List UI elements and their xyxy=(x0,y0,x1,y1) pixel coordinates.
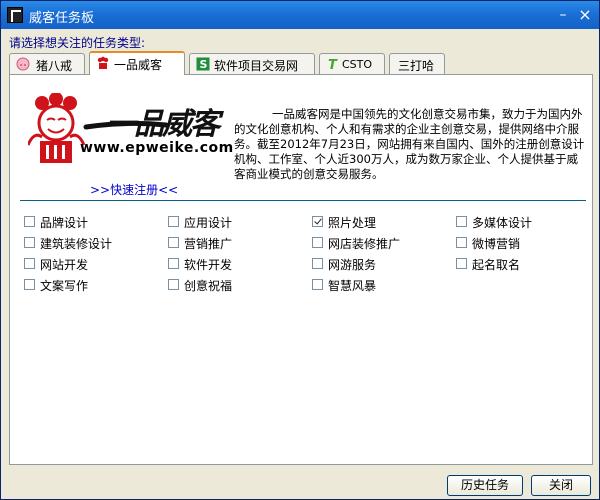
option-label: 网站开发 xyxy=(40,258,89,272)
tab-panel: 一品威客 www.epweike.com 一品威客网是中国领先的文化创意交易市集… xyxy=(9,74,593,465)
option-label: 创意祝福 xyxy=(184,279,233,293)
site-description: 一品威客网是中国领先的文化创意交易市集，致力于为国内外的文化创意机构、个人和有需… xyxy=(234,107,585,181)
option-label: 照片处理 xyxy=(328,216,377,230)
checkbox[interactable] xyxy=(24,216,35,227)
tab-label: 三打哈 xyxy=(398,59,435,73)
option-label: 文案写作 xyxy=(40,279,89,293)
tab-software-project[interactable]: S 软件项目交易网 xyxy=(189,53,315,74)
svg-text:T: T xyxy=(328,58,338,71)
app-icon xyxy=(7,7,23,23)
checkbox[interactable] xyxy=(456,237,467,248)
option-label: 软件开发 xyxy=(184,258,233,272)
option-label: 网店装修推广 xyxy=(328,237,401,251)
option-label: 应用设计 xyxy=(184,216,233,230)
svg-text:S: S xyxy=(200,58,208,71)
window-title: 威客任务板 xyxy=(29,11,95,26)
site-url: www.epweike.com xyxy=(80,140,234,156)
checkbox[interactable] xyxy=(168,216,179,227)
s-leaf-icon: S xyxy=(196,57,210,71)
history-tasks-button[interactable]: 历史任务 xyxy=(447,475,523,496)
tab-zhubajie[interactable]: 猪八戒 xyxy=(9,53,85,74)
close-button[interactable]: 关闭 xyxy=(531,475,591,496)
t-icon: T xyxy=(328,58,338,71)
checkbox[interactable] xyxy=(24,258,35,269)
tab-epweike[interactable]: 一品威客 xyxy=(89,51,185,75)
tab-csto[interactable]: T CSTO xyxy=(319,53,385,74)
checkbox[interactable] xyxy=(168,258,179,269)
title-bar[interactable]: 威客任务板 – × xyxy=(1,1,599,29)
quick-register-link[interactable]: >>快速注册<< xyxy=(90,181,178,198)
checkbox[interactable] xyxy=(168,237,179,248)
option-label: 品牌设计 xyxy=(40,216,89,230)
checkbox[interactable] xyxy=(312,258,323,269)
divider xyxy=(20,200,586,201)
option-label: 智慧风暴 xyxy=(328,279,377,293)
tab-sandaha[interactable]: 三打哈 xyxy=(389,53,445,74)
checkbox[interactable] xyxy=(456,258,467,269)
option-label: 营销推广 xyxy=(184,237,233,251)
checkbox[interactable] xyxy=(456,216,467,227)
pig-icon xyxy=(16,57,30,71)
close-window-button[interactable]: × xyxy=(575,5,595,25)
tab-label: 软件项目交易网 xyxy=(214,59,299,73)
checkbox-checked[interactable] xyxy=(312,216,323,227)
checkbox[interactable] xyxy=(312,237,323,248)
epweike-icon xyxy=(97,56,109,69)
checkbox[interactable] xyxy=(24,237,35,248)
tab-label: CSTO xyxy=(342,58,373,71)
option-label: 网游服务 xyxy=(328,258,377,272)
tab-label: 一品威客 xyxy=(114,58,163,72)
task-board-window: 威客任务板 – × 请选择想关注的任务类型: 猪八戒 一品威客 S 软件项目交易… xyxy=(0,0,600,500)
option-label: 多媒体设计 xyxy=(472,216,533,230)
minimize-button[interactable]: – xyxy=(553,5,573,25)
option-label: 起名取名 xyxy=(472,258,521,272)
checkbox[interactable] xyxy=(168,279,179,290)
checkbox[interactable] xyxy=(312,279,323,290)
option-label: 建筑装修设计 xyxy=(40,237,113,251)
logo-calligraphy: 一品威客 xyxy=(106,107,220,142)
tab-label: 猪八戒 xyxy=(36,59,73,73)
task-type-prompt: 请选择想关注的任务类型: xyxy=(9,36,146,50)
option-label: 微博营销 xyxy=(472,237,521,251)
checkbox[interactable] xyxy=(24,279,35,290)
